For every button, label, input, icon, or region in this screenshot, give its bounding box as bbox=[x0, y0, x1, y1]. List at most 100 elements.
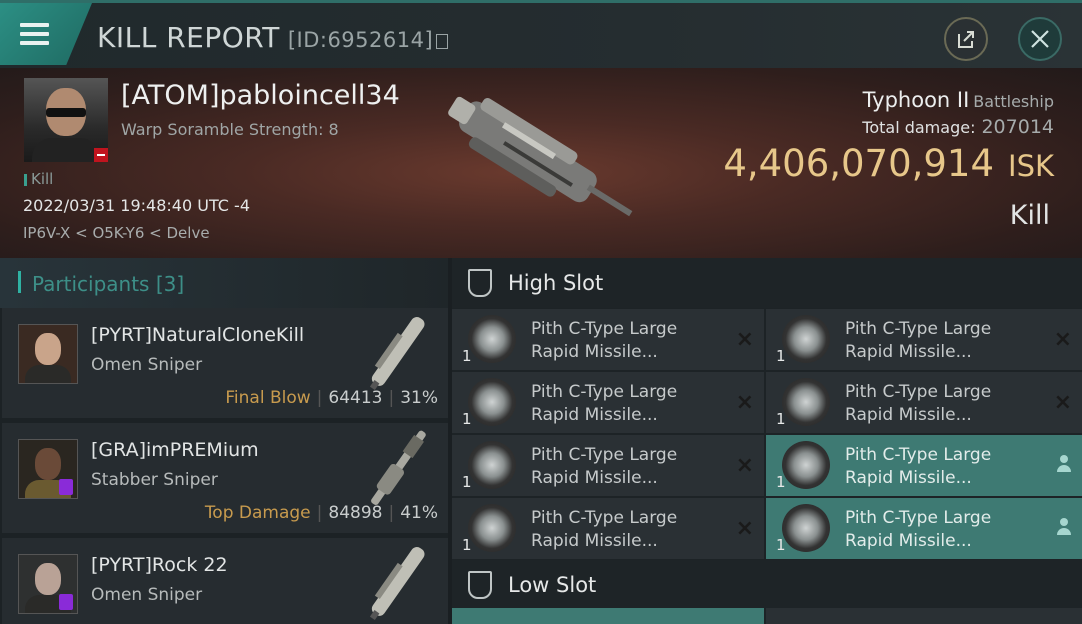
module-quantity: 1 bbox=[776, 347, 786, 365]
copy-icon[interactable] bbox=[436, 34, 449, 49]
module-name: Pith C-Type Large Rapid Missile... bbox=[845, 381, 1045, 427]
module-item[interactable]: 1 Pith C-Type Large Rapid Missile... × bbox=[766, 309, 1082, 370]
module-item[interactable]: 1 Pith C-Type Large Rapid Missile... bbox=[766, 498, 1082, 559]
module-name: Pith C-Type Large Rapid Missile... bbox=[845, 444, 1045, 490]
low-slot-header[interactable]: Low Slot bbox=[452, 560, 1082, 608]
destroyed-icon: × bbox=[1053, 327, 1072, 352]
module-name-line1: Pith C-Type Large bbox=[845, 319, 992, 339]
destroyed-icon: × bbox=[1053, 390, 1072, 415]
person-icon bbox=[1056, 455, 1072, 473]
top-damage-label: Top Damage bbox=[204, 503, 311, 523]
participant-card[interactable]: [PYRT]Rock 22 Omen Sniper bbox=[2, 538, 448, 624]
kill-location[interactable]: IP6V-X < O5K-Y6 < Delve bbox=[23, 224, 210, 242]
total-damage: Total damage: 207014 bbox=[862, 116, 1054, 138]
participant-ship: Stabber Sniper bbox=[91, 470, 218, 490]
module-name: Pith C-Type Large Rapid Missile... bbox=[531, 444, 731, 490]
victim-summary: Kill [ATOM]pabloincell34 Warp Soramble S… bbox=[0, 68, 1082, 258]
module-name-line2: Rapid Missile... bbox=[531, 468, 658, 488]
corp-badge-icon bbox=[59, 479, 73, 495]
participant-name: [GRA]imPREMium bbox=[91, 439, 259, 461]
participant-ship-image bbox=[369, 547, 425, 621]
participant-avatar[interactable] bbox=[18, 324, 78, 384]
participants-header[interactable]: Participants [3] bbox=[0, 258, 448, 308]
module-item[interactable] bbox=[452, 608, 764, 624]
total-damage-value: 207014 bbox=[981, 116, 1054, 138]
final-blow-label: Final Blow bbox=[225, 388, 311, 408]
participant-card[interactable]: [PYRT]NaturalCloneKill Omen Sniper Final… bbox=[2, 308, 448, 418]
module-quantity: 1 bbox=[776, 536, 786, 554]
total-damage-label: Total damage: bbox=[862, 118, 976, 137]
missile-launcher-icon bbox=[468, 315, 516, 363]
module-name: Pith C-Type Large Rapid Missile... bbox=[845, 507, 1045, 553]
ship-class: Battleship bbox=[973, 92, 1054, 111]
module-item[interactable]: 1 Pith C-Type Large Rapid Missile... bbox=[766, 435, 1082, 496]
isk-unit: ISK bbox=[1008, 149, 1054, 183]
module-item[interactable]: 1 Pith C-Type Large Rapid Missile... × bbox=[452, 309, 764, 370]
participant-ship-image bbox=[369, 317, 425, 391]
isk-value: 4,406,070,914 ISK bbox=[723, 142, 1054, 185]
high-slot-title: High Slot bbox=[508, 271, 604, 295]
module-item[interactable]: 1 Pith C-Type Large Rapid Missile... × bbox=[452, 435, 764, 496]
module-item[interactable] bbox=[766, 608, 1082, 624]
participant-ship-image bbox=[371, 430, 426, 505]
participant-stats: Final Blow | 64413 | 31% bbox=[225, 388, 438, 408]
participant-damage: 84898 bbox=[328, 503, 383, 523]
participant-name: [PYRT]NaturalCloneKill bbox=[91, 324, 305, 346]
module-name-line2: Rapid Missile... bbox=[531, 405, 658, 425]
corp-badge-icon bbox=[59, 594, 73, 610]
missile-launcher-icon bbox=[782, 441, 830, 489]
module-quantity: 1 bbox=[776, 473, 786, 491]
kill-tag-label: Kill bbox=[31, 170, 54, 188]
kill-tag: Kill bbox=[24, 170, 53, 188]
module-name-line1: Pith C-Type Large bbox=[845, 445, 992, 465]
menu-button[interactable] bbox=[0, 3, 92, 65]
module-name-line1: Pith C-Type Large bbox=[845, 382, 992, 402]
missile-launcher-icon bbox=[782, 504, 830, 552]
participant-name: [PYRT]Rock 22 bbox=[91, 554, 228, 576]
module-name-line1: Pith C-Type Large bbox=[531, 319, 678, 339]
module-name-line1: Pith C-Type Large bbox=[845, 508, 992, 528]
warp-scramble-strength: Warp Soramble Strength: 8 bbox=[121, 120, 339, 139]
participant-card[interactable]: [GRA]imPREMium Stabber Sniper Top Damage… bbox=[2, 423, 448, 533]
high-slot-icon bbox=[468, 269, 492, 297]
close-button[interactable] bbox=[1018, 17, 1062, 61]
module-name-line1: Pith C-Type Large bbox=[531, 508, 678, 528]
module-name-line1: Pith C-Type Large bbox=[531, 445, 678, 465]
participant-percent: 31% bbox=[400, 388, 438, 408]
module-name: Pith C-Type Large Rapid Missile... bbox=[531, 318, 731, 364]
participants-panel: Participants [3] [PYRT]NaturalCloneKill … bbox=[0, 258, 448, 624]
module-item[interactable]: 1 Pith C-Type Large Rapid Missile... × bbox=[452, 372, 764, 433]
module-quantity: 1 bbox=[462, 347, 472, 365]
destroyed-icon: × bbox=[735, 390, 754, 415]
module-name-line2: Rapid Missile... bbox=[845, 531, 972, 551]
high-slot-header[interactable]: High Slot bbox=[452, 258, 1082, 308]
module-quantity: 1 bbox=[462, 473, 472, 491]
participant-ship: Omen Sniper bbox=[91, 585, 203, 605]
report-id: [ID:6952614] bbox=[287, 28, 434, 52]
ship-type: Typhoon II bbox=[862, 88, 970, 112]
missile-launcher-icon bbox=[782, 378, 830, 426]
isk-amount: 4,406,070,914 bbox=[723, 142, 995, 185]
module-name-line2: Rapid Missile... bbox=[531, 531, 658, 551]
participant-percent: 41% bbox=[400, 503, 438, 523]
missile-launcher-icon bbox=[782, 315, 830, 363]
module-name: Pith C-Type Large Rapid Missile... bbox=[531, 381, 731, 427]
participants-title: Participants [3] bbox=[32, 272, 185, 296]
ship-name[interactable]: Typhoon II Battleship bbox=[863, 88, 1054, 112]
participant-damage: 64413 bbox=[328, 388, 383, 408]
low-slot-icon bbox=[468, 571, 492, 599]
victim-ship-image[interactable] bbox=[428, 84, 648, 244]
share-button[interactable] bbox=[944, 17, 988, 61]
module-name-line2: Rapid Missile... bbox=[845, 405, 972, 425]
victim-name[interactable]: [ATOM]pabloincell34 bbox=[121, 80, 400, 111]
missile-launcher-icon bbox=[468, 378, 516, 426]
participant-stats: Top Damage | 84898 | 41% bbox=[204, 503, 438, 523]
module-item[interactable]: 1 Pith C-Type Large Rapid Missile... × bbox=[766, 372, 1082, 433]
module-quantity: 1 bbox=[776, 410, 786, 428]
destroyed-icon: × bbox=[735, 327, 754, 352]
module-item[interactable]: 1 Pith C-Type Large Rapid Missile... × bbox=[452, 498, 764, 559]
module-name: Pith C-Type Large Rapid Missile... bbox=[845, 318, 1045, 364]
title-text: KILL REPORT bbox=[97, 21, 280, 54]
destroyed-icon: × bbox=[735, 516, 754, 541]
hostile-standing-icon bbox=[94, 148, 108, 162]
